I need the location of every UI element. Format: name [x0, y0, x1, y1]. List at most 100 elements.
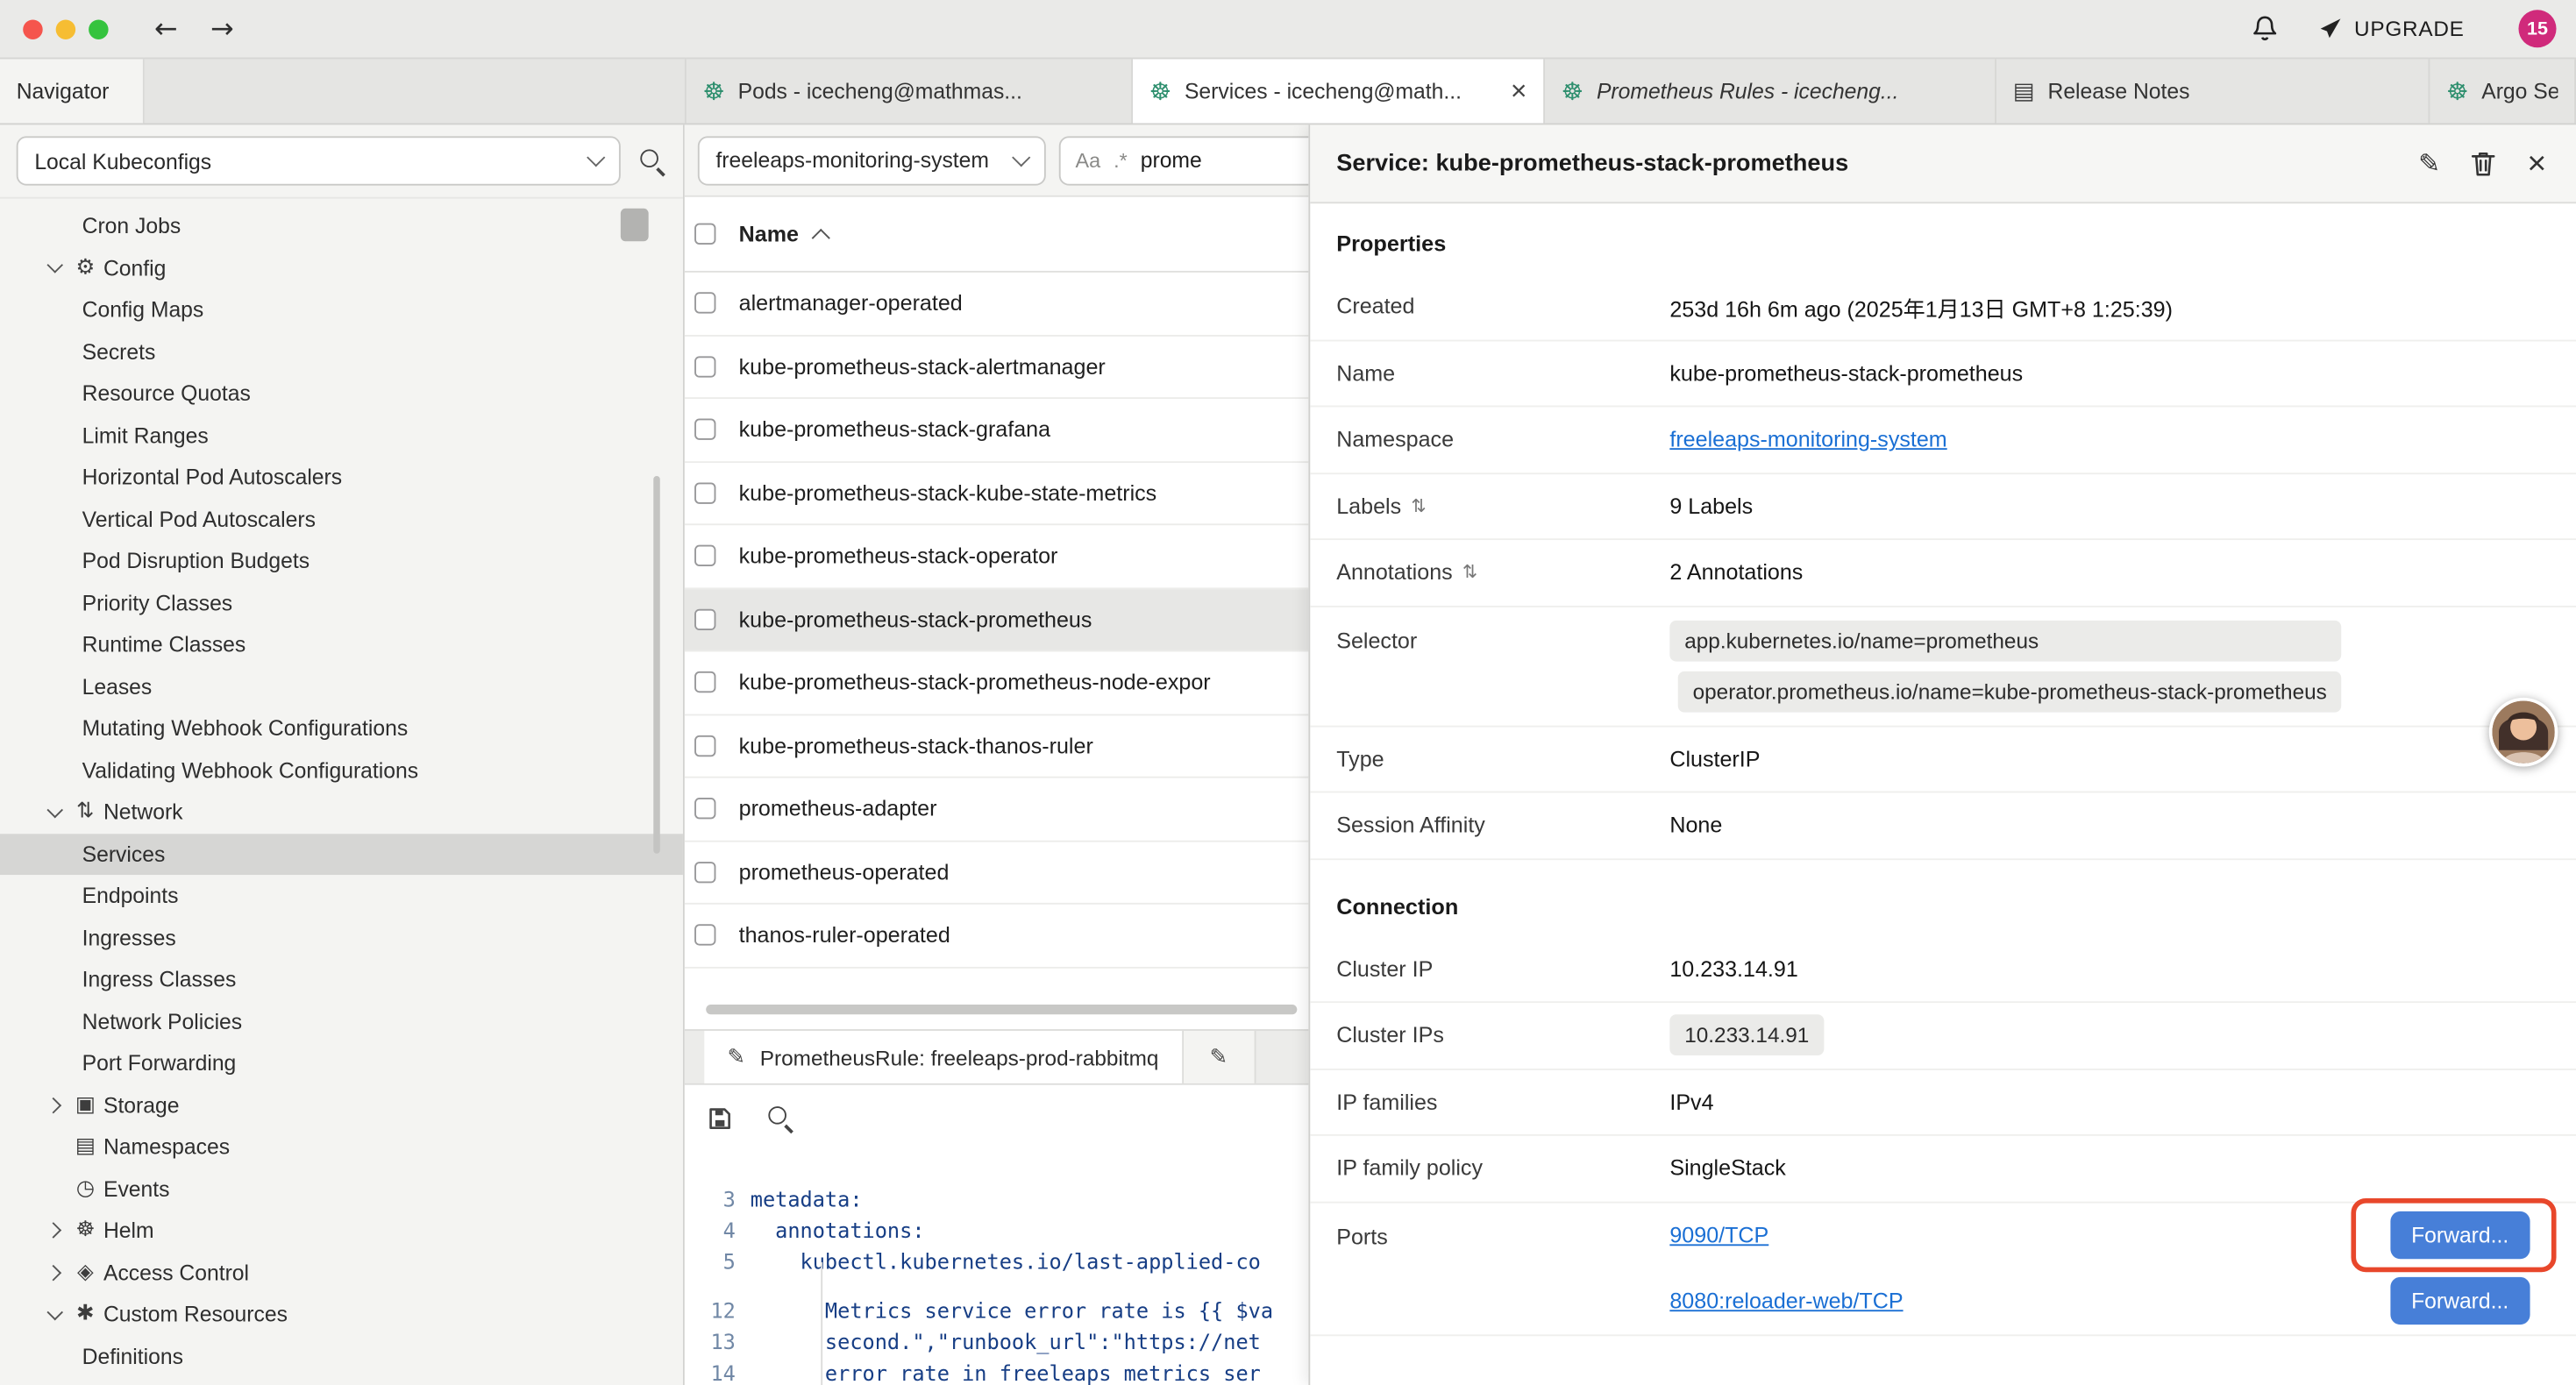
match-case-toggle[interactable]: Aa [1076, 148, 1101, 171]
sidebar-item[interactable]: ⚙ Config [0, 247, 683, 289]
row-checkbox[interactable] [694, 608, 715, 629]
scrollbar-thumb[interactable] [621, 209, 649, 241]
table-row[interactable]: alertmanager-operated [685, 273, 1309, 336]
editor-tab[interactable]: ☸ Pods - icecheng@mathmas... × [685, 59, 1133, 123]
sidebar-item[interactable]: Limit Ranges [0, 415, 683, 457]
table-row[interactable]: kube-prometheus-stack-alertmanager [685, 336, 1309, 399]
notifications-bell-icon[interactable] [2251, 15, 2279, 43]
forward-button[interactable]: Forward... [2390, 1277, 2530, 1325]
sidebar-item[interactable]: Vertical Pod Autoscalers [0, 498, 683, 540]
delete-icon[interactable] [2472, 150, 2496, 176]
table-row[interactable]: kube-prometheus-stack-thanos-ruler [685, 714, 1309, 778]
table-row[interactable]: kube-prometheus-stack-operator [685, 525, 1309, 588]
row-checkbox[interactable] [694, 419, 715, 440]
navigator-tab[interactable]: Navigator [0, 59, 145, 123]
chevron-icon[interactable] [41, 792, 69, 834]
sidebar-item[interactable]: Config Maps [0, 289, 683, 331]
table-row[interactable]: kube-prometheus-stack-grafana [685, 399, 1309, 462]
row-checkbox[interactable] [694, 545, 715, 566]
sort-ascending-icon[interactable] [813, 228, 831, 246]
sidebar-item[interactable]: Horizontal Pod Autoscalers [0, 457, 683, 499]
back-button[interactable]: ← [154, 12, 178, 45]
table-row[interactable]: thanos-ruler-operated [685, 905, 1309, 968]
search-icon[interactable] [638, 147, 666, 175]
chevron-icon[interactable] [41, 1294, 69, 1336]
table-row[interactable]: prometheus-operated [685, 842, 1309, 905]
chevron-icon[interactable] [41, 1168, 69, 1210]
namespace-selector[interactable]: freeleaps-monitoring-system [698, 135, 1046, 184]
table-row[interactable]: prometheus-adapter [685, 778, 1309, 842]
sidebar-item[interactable]: Services [0, 833, 683, 875]
sidebar-item[interactable]: ◷ Events [0, 1168, 683, 1210]
upgrade-button[interactable]: UPGRADE [2318, 17, 2465, 41]
prometheusrule-editor-tab[interactable]: ✎ PrometheusRule: freeleaps-prod-rabbitm… [704, 1031, 1183, 1083]
row-checkbox[interactable] [694, 925, 715, 946]
sidebar-item[interactable]: Mutating Webhook Configurations [0, 707, 683, 749]
sidebar-item[interactable]: Resource Quotas [0, 373, 683, 415]
notification-count-badge[interactable]: 15 [2518, 10, 2556, 47]
chevron-icon[interactable] [41, 1252, 69, 1294]
sidebar-item[interactable]: Runtime Classes [0, 624, 683, 666]
row-checkbox[interactable] [694, 671, 715, 692]
chevron-icon[interactable] [41, 1084, 69, 1126]
row-checkbox[interactable] [694, 482, 715, 503]
sidebar-item[interactable]: Network Policies [0, 1000, 683, 1042]
sidebar-item[interactable]: ◈ Access Control [0, 1252, 683, 1294]
regex-toggle[interactable]: .* [1114, 148, 1128, 171]
close-tab-icon[interactable]: × [1511, 75, 1527, 107]
editor-tab[interactable]: ☸ Argo Se × [2430, 59, 2576, 123]
port-link[interactable]: 8080:reloader-web/TCP [1669, 1289, 1903, 1313]
forward-button[interactable]: Forward... [2390, 1211, 2530, 1259]
row-checkbox[interactable] [694, 862, 715, 883]
sidebar-item[interactable]: Secrets [0, 330, 683, 373]
window-close-button[interactable] [23, 19, 42, 39]
row-checkbox[interactable] [694, 293, 715, 314]
editor-tab[interactable]: ▤ Release Notes × [1996, 59, 2430, 123]
search-input[interactable]: Aa .* prome [1059, 135, 1309, 184]
chevron-icon[interactable] [41, 247, 69, 289]
sidebar-item[interactable]: Port Forwarding [0, 1042, 683, 1084]
editor-tab[interactable]: ☸ Prometheus Rules - icecheng... × [1545, 59, 1996, 123]
row-checkbox[interactable] [694, 799, 715, 820]
sidebar-item[interactable]: ✱ Custom Resources [0, 1294, 683, 1336]
close-icon[interactable]: × [2527, 147, 2546, 180]
kubeconfig-selector[interactable]: Local Kubeconfigs [17, 136, 621, 185]
port-link[interactable]: 9090/TCP [1669, 1223, 1768, 1247]
select-all-checkbox[interactable] [694, 224, 715, 245]
sidebar-item[interactable]: ▤ Namespaces [0, 1126, 683, 1168]
annotations-expander-icon[interactable]: ⇅ [1462, 562, 1477, 583]
sidebar-item[interactable]: Validating Webhook Configurations [0, 749, 683, 792]
window-minimize-button[interactable] [56, 19, 75, 39]
yaml-editor[interactable]: 3 metadata: 4 annotations: 5 kubectl.kub… [685, 1151, 1309, 1385]
sidebar-item[interactable]: ⇅ Network [0, 792, 683, 834]
table-row[interactable]: kube-prometheus-stack-kube-state-metrics [685, 462, 1309, 525]
sidebar-item[interactable]: Ingresses [0, 917, 683, 959]
horizontal-scrollbar[interactable] [706, 1005, 1297, 1014]
labels-expander-icon[interactable]: ⇅ [1411, 495, 1426, 516]
sidebar-item[interactable]: Cron Jobs [0, 205, 683, 247]
forward-button-nav[interactable]: → [210, 12, 234, 45]
window-zoom-button[interactable] [89, 19, 108, 39]
table-row[interactable]: kube-prometheus-stack-prometheus-node-ex… [685, 651, 1309, 714]
avatar[interactable] [2489, 698, 2558, 767]
save-icon[interactable] [708, 1105, 732, 1130]
row-checkbox[interactable] [694, 356, 715, 377]
sidebar-scrollbar[interactable] [653, 476, 659, 854]
namespace-link[interactable]: freeleaps-monitoring-system [1669, 427, 1946, 451]
sidebar-item[interactable]: Pod Disruption Budgets [0, 540, 683, 582]
editor-tab[interactable]: ☸ Services - icecheng@math... × [1133, 59, 1545, 123]
row-checkbox[interactable] [694, 735, 715, 756]
table-row[interactable]: kube-prometheus-stack-prometheus [685, 588, 1309, 651]
chevron-icon[interactable] [41, 1126, 69, 1168]
name-column-header[interactable]: Name [739, 222, 799, 246]
sidebar-item[interactable]: Leases [0, 665, 683, 707]
sidebar-item[interactable]: Endpoints [0, 875, 683, 917]
sidebar-item[interactable]: ▣ Storage [0, 1084, 683, 1126]
editor-search-icon[interactable] [766, 1104, 794, 1132]
chevron-icon[interactable] [41, 1210, 69, 1252]
sidebar-item[interactable]: Definitions [0, 1335, 683, 1377]
sidebar-item[interactable]: Priority Classes [0, 582, 683, 624]
sidebar-item[interactable]: Ingress Classes [0, 959, 683, 1001]
sidebar-item[interactable]: ☸ Helm [0, 1210, 683, 1252]
edit-icon[interactable]: ✎ [2418, 148, 2440, 180]
